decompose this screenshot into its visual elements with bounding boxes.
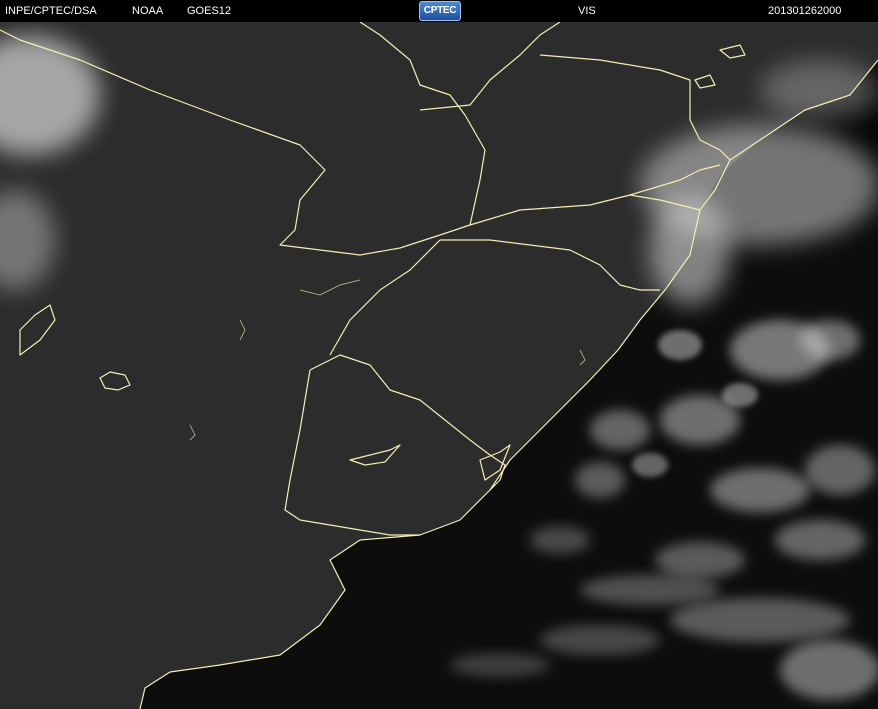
satellite-label: GOES12 (187, 5, 232, 17)
header-bar: INPE/CPTEC/DSA NOAA GOES12 CPTEC VIS 201… (0, 0, 878, 22)
channel-label: VIS (578, 5, 596, 17)
satellite-map-svg (0, 22, 878, 709)
cptec-logo: CPTEC (419, 1, 461, 21)
source-label: INPE/CPTEC/DSA (5, 5, 97, 17)
timestamp-label: 201301262000 (768, 5, 842, 17)
agency-label: NOAA (132, 5, 164, 17)
satellite-image (0, 22, 878, 709)
